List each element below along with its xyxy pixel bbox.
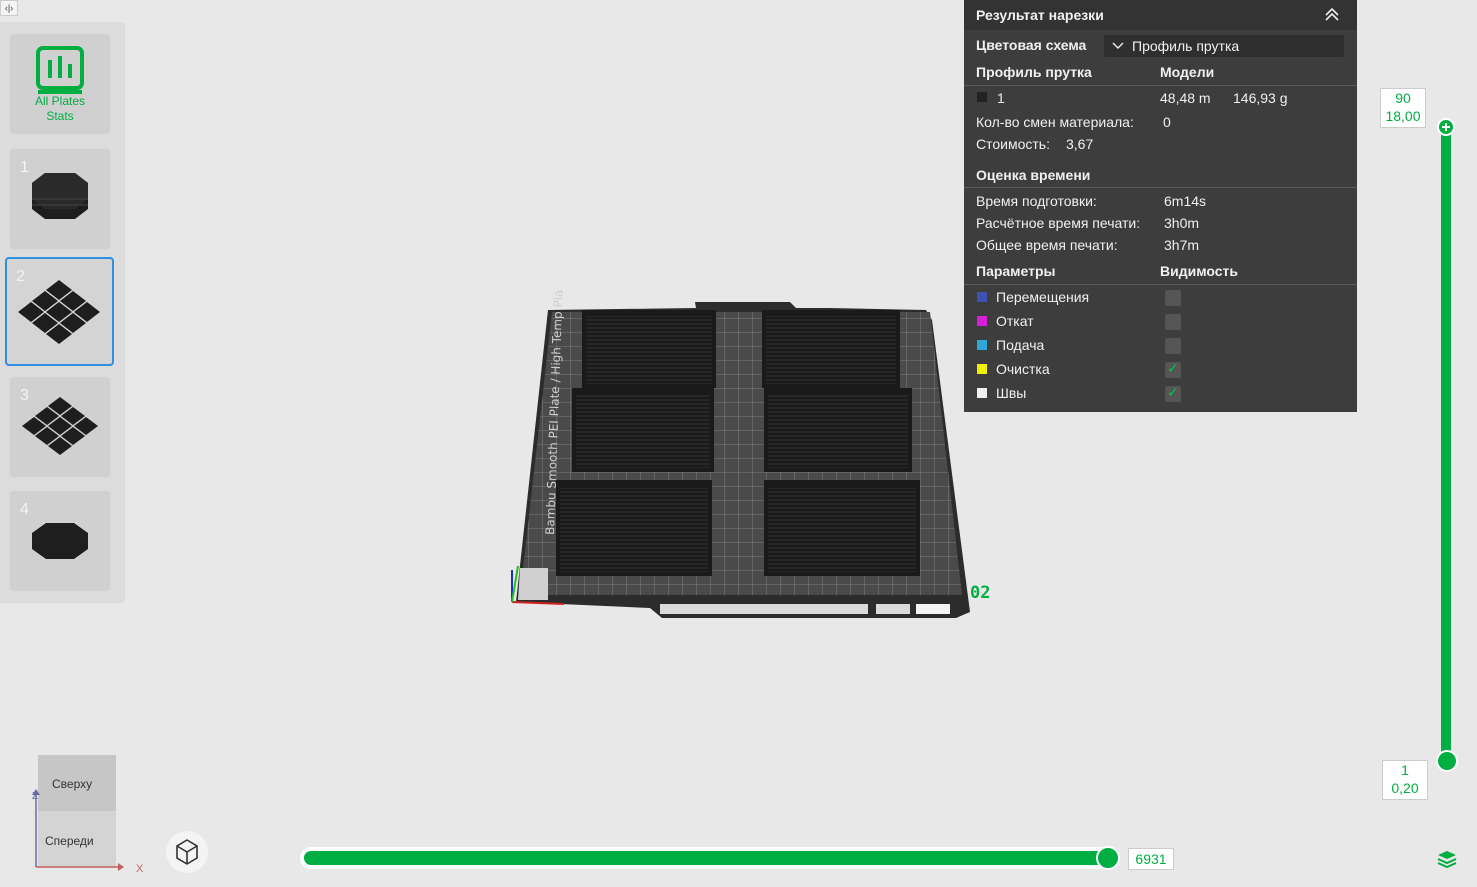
filament-length: 48,48 m bbox=[1160, 90, 1211, 106]
color-scheme-select[interactable]: Профиль прутка bbox=[1104, 35, 1344, 57]
filament-weight: 146,93 g bbox=[1233, 90, 1288, 106]
view-cube[interactable]: Сверху Спереди Z X bbox=[30, 755, 144, 875]
plate-thumbnail-1[interactable]: 1 bbox=[10, 149, 110, 249]
parameters-header: Параметры bbox=[976, 263, 1056, 279]
param-color-swatch bbox=[977, 292, 987, 302]
visibility-checkbox[interactable] bbox=[1165, 290, 1181, 306]
top-layer-handle[interactable] bbox=[1437, 118, 1455, 136]
collapse-sidebar-button[interactable]: ‹|› bbox=[0, 0, 18, 16]
filament-color-swatch bbox=[977, 92, 987, 102]
plate-name-label: 02 bbox=[970, 583, 991, 603]
move-slider-handle[interactable] bbox=[1096, 846, 1120, 870]
bottom-layer-handle[interactable] bbox=[1436, 750, 1458, 772]
total-time-label: Общее время печати: bbox=[976, 237, 1118, 253]
cube-icon bbox=[176, 839, 198, 865]
visibility-checkbox[interactable] bbox=[1165, 338, 1181, 354]
bottom-layer-label: 1 0,20 bbox=[1382, 760, 1428, 800]
chevron-down-icon bbox=[1112, 42, 1124, 49]
divider bbox=[964, 85, 1357, 86]
octagon-icon bbox=[32, 523, 88, 559]
stats-icon bbox=[36, 46, 84, 94]
axis-x-label: X bbox=[136, 863, 144, 875]
visibility-checkbox[interactable] bbox=[1165, 314, 1181, 330]
stats-label-line2: Stats bbox=[46, 109, 74, 123]
stats-label-line1: All Plates bbox=[34, 94, 86, 108]
time-estimate-header: Оценка времени bbox=[976, 167, 1091, 183]
param-label: Подача bbox=[996, 337, 1045, 353]
divider bbox=[964, 284, 1357, 285]
calc-time-value: 3h0m bbox=[1164, 215, 1200, 231]
plate-thumbnail-2[interactable]: 2 bbox=[5, 257, 114, 366]
material-changes-label: Кол-во смен материала: bbox=[976, 114, 1134, 130]
top-layer-height: 18,00 bbox=[1385, 108, 1421, 124]
color-scheme-value: Профиль прутка bbox=[1132, 38, 1240, 54]
total-time-value: 3h7m bbox=[1164, 237, 1200, 253]
plus-icon bbox=[1442, 123, 1450, 131]
all-plates-stats-button[interactable]: All Plates Stats bbox=[10, 34, 110, 134]
layers-icon[interactable] bbox=[1436, 848, 1458, 870]
param-label: Очистка bbox=[996, 361, 1050, 377]
visibility-header: Видимость bbox=[1160, 263, 1238, 279]
plate-thumbnail-4[interactable]: 4 bbox=[10, 491, 110, 591]
diamond-tiles-icon bbox=[18, 280, 100, 344]
octagon-stack-icon bbox=[32, 173, 88, 219]
move-slider-value: 6931 bbox=[1128, 848, 1174, 870]
param-label: Швы bbox=[996, 385, 1027, 401]
view-front-face[interactable]: Спереди bbox=[45, 834, 94, 848]
cost-label: Стоимость: bbox=[976, 136, 1050, 152]
color-scheme-label: Цветовая схема bbox=[976, 37, 1087, 53]
top-layer-label: 90 18,00 bbox=[1380, 88, 1426, 128]
visibility-checkbox[interactable] bbox=[1165, 384, 1181, 402]
plate-thumbnail-3[interactable]: 3 bbox=[10, 377, 110, 477]
prep-time-label: Время подготовки: bbox=[976, 193, 1097, 209]
layer-slider-track[interactable] bbox=[1441, 127, 1451, 761]
bottom-layer-number: 1 bbox=[1401, 762, 1409, 778]
top-layer-number: 90 bbox=[1395, 90, 1411, 106]
material-changes-value: 0 bbox=[1163, 114, 1171, 130]
param-color-swatch bbox=[977, 364, 987, 374]
slice-result-panel: Результат нарезки Цветовая схема Профиль… bbox=[964, 0, 1357, 412]
prep-time-value: 6m14s bbox=[1164, 193, 1207, 209]
param-color-swatch bbox=[977, 388, 987, 398]
filament-id: 1 bbox=[997, 90, 1005, 106]
isometric-view-button[interactable] bbox=[166, 831, 208, 873]
build-plate-viewport[interactable]: Bambu Smooth PEI Plate / High Temp Plate bbox=[500, 290, 1020, 630]
collapse-chevron-icon[interactable] bbox=[1323, 6, 1341, 22]
cost-value: 3,67 bbox=[1066, 136, 1094, 152]
visibility-checkbox[interactable] bbox=[1165, 360, 1181, 378]
param-label: Откат bbox=[996, 313, 1034, 329]
param-label: Перемещения bbox=[996, 289, 1090, 305]
diamond-tiles-icon bbox=[22, 397, 98, 455]
panel-title: Результат нарезки bbox=[976, 7, 1104, 23]
divider bbox=[964, 187, 1357, 188]
move-slider-fill bbox=[304, 851, 1106, 865]
models-column-header: Модели bbox=[1160, 64, 1215, 80]
filament-column-header: Профиль прутка bbox=[976, 64, 1092, 80]
bottom-layer-height: 0,20 bbox=[1391, 780, 1419, 796]
view-top-face[interactable]: Сверху bbox=[52, 777, 92, 791]
param-color-swatch bbox=[977, 316, 987, 326]
panel-header: Результат нарезки bbox=[964, 0, 1357, 30]
plate-list: All Plates Stats 1 2 3 4 bbox=[0, 22, 125, 603]
calc-time-label: Расчётное время печати: bbox=[976, 215, 1141, 231]
param-color-swatch bbox=[977, 340, 987, 350]
axis-z-label: Z bbox=[32, 791, 39, 802]
